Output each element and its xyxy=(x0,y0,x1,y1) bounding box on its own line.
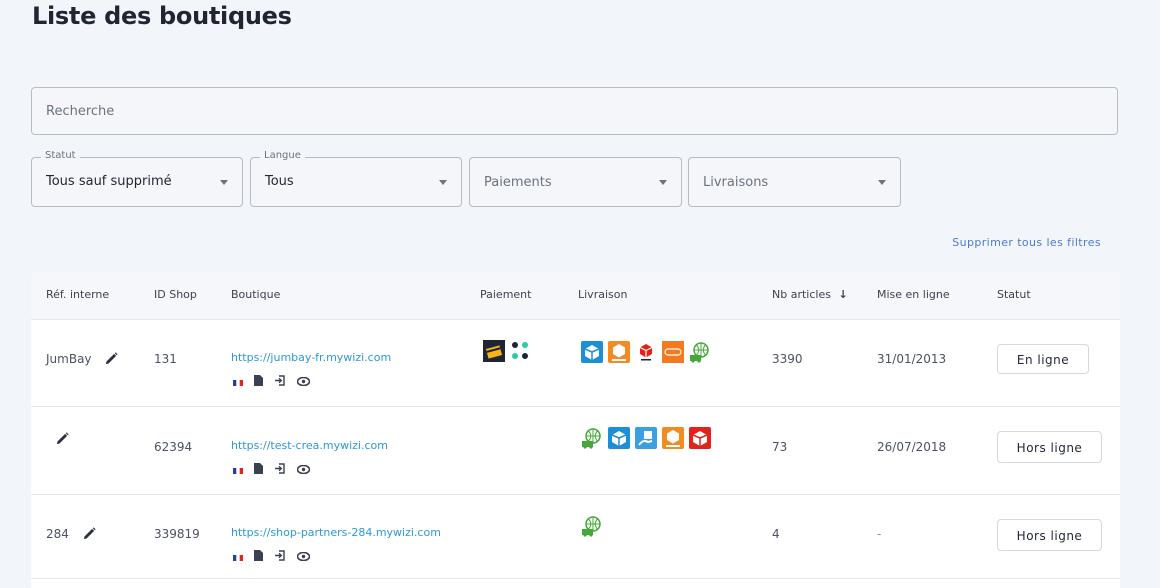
shop-url-link[interactable]: https://shop-partners-284.mywizi.com xyxy=(231,526,441,539)
ref-cell: 284 xyxy=(46,527,96,543)
shop-url-link[interactable]: https://test-crea.mywizi.com xyxy=(231,439,388,452)
langue-value: Tous xyxy=(265,174,294,189)
package-orange-icon xyxy=(608,341,630,367)
header-id-shop[interactable]: ID Shop xyxy=(154,288,197,301)
livraisons-placeholder: Livraisons xyxy=(703,175,769,190)
header-paiement[interactable]: Paiement xyxy=(480,288,531,301)
package-blue-icon xyxy=(581,341,603,367)
search-input[interactable] xyxy=(31,87,1118,135)
eye-icon[interactable] xyxy=(296,546,311,565)
document-icon[interactable] xyxy=(254,546,263,565)
header-nb-articles[interactable]: Nb articles ↓ xyxy=(772,288,848,301)
login-arrow-icon[interactable] xyxy=(274,459,286,478)
header-ref[interactable]: Réf. interne xyxy=(46,288,109,301)
paiements-placeholder: Paiements xyxy=(484,175,552,190)
flag-fr-icon xyxy=(233,371,243,390)
document-icon[interactable] xyxy=(254,371,263,390)
status-button[interactable]: En ligne xyxy=(997,344,1089,374)
shop-actions xyxy=(233,546,311,565)
nb-articles-value: 73 xyxy=(772,440,788,454)
statut-value: Tous sauf supprimé xyxy=(46,174,172,189)
header-boutique[interactable]: Boutique xyxy=(231,288,280,301)
shop-actions xyxy=(233,371,311,390)
login-arrow-icon[interactable] xyxy=(274,371,286,390)
paiements-select[interactable]: Paiements xyxy=(469,157,682,207)
eye-icon[interactable] xyxy=(296,459,311,478)
flag-fr-icon xyxy=(233,546,243,565)
date-value: - xyxy=(877,527,882,541)
livraisons-select[interactable]: Livraisons xyxy=(688,157,901,207)
table-row: 62394 https://test-crea.mywizi.com 73 26… xyxy=(31,407,1120,495)
header-livraison[interactable]: Livraison xyxy=(578,288,627,301)
date-value: 31/01/2013 xyxy=(877,352,947,366)
delivery-icons xyxy=(581,341,711,367)
chevron-down-icon xyxy=(439,180,447,185)
edit-pencil-icon[interactable] xyxy=(83,527,96,543)
sort-arrow-down-icon: ↓ xyxy=(838,288,848,301)
shop-actions xyxy=(233,459,311,478)
package-orange-icon xyxy=(662,427,684,453)
langue-select[interactable]: Langue Tous xyxy=(250,150,462,207)
ref-value: JumBay xyxy=(46,352,92,366)
flag-fr-icon xyxy=(233,459,243,478)
delivery-icons xyxy=(581,515,603,541)
edit-pencil-icon[interactable] xyxy=(105,352,118,368)
dots-payment-icon xyxy=(510,340,532,366)
tnt-icon xyxy=(662,341,684,367)
page-title: Liste des boutiques xyxy=(32,2,292,30)
header-nb-articles-label: Nb articles xyxy=(772,288,831,301)
status-button[interactable]: Hors ligne xyxy=(997,519,1102,551)
table-header: Réf. interne ID Shop Boutique Paiement L… xyxy=(31,273,1120,320)
langue-label: Langue xyxy=(260,150,305,161)
package-blue-icon xyxy=(608,427,630,453)
statut-label: Statut xyxy=(41,150,80,161)
chevron-down-icon xyxy=(659,180,667,185)
id-shop-value: 339819 xyxy=(154,527,200,541)
card-payment-icon xyxy=(483,340,505,366)
nb-articles-value: 3390 xyxy=(772,352,803,366)
nb-articles-value: 4 xyxy=(772,527,780,541)
header-mise-en-ligne[interactable]: Mise en ligne xyxy=(877,288,950,301)
header-statut[interactable]: Statut xyxy=(997,288,1031,301)
chevron-down-icon xyxy=(220,180,228,185)
clear-filters-link[interactable]: Supprimer tous les filtres xyxy=(952,236,1101,249)
document-icon[interactable] xyxy=(254,459,263,478)
table-row: 284 339819 https://shop-partners-284.myw… xyxy=(31,495,1120,579)
ref-cell: JumBay xyxy=(46,352,118,368)
status-button[interactable]: Hors ligne xyxy=(997,431,1102,463)
package-red-icon xyxy=(635,341,657,367)
shops-table: Réf. interne ID Shop Boutique Paiement L… xyxy=(31,273,1120,588)
globe-truck-icon xyxy=(581,515,603,541)
date-value: 26/07/2018 xyxy=(877,440,947,454)
eye-icon[interactable] xyxy=(296,371,311,390)
payment-icons xyxy=(483,340,532,366)
shop-url-link[interactable]: https://jumbay-fr.mywizi.com xyxy=(231,351,391,364)
edit-pencil-icon[interactable] xyxy=(56,432,69,448)
id-shop-value: 62394 xyxy=(154,440,193,454)
package-hand-icon xyxy=(635,427,657,453)
ref-cell xyxy=(46,432,69,448)
globe-truck-icon xyxy=(581,427,603,453)
table-row: JumBay 131 https://jumbay-fr.mywizi.com … xyxy=(31,319,1120,407)
package-red-icon xyxy=(689,427,711,453)
login-arrow-icon[interactable] xyxy=(274,546,286,565)
globe-truck-icon xyxy=(689,341,711,367)
statut-select[interactable]: Statut Tous sauf supprimé xyxy=(31,150,243,207)
chevron-down-icon xyxy=(878,180,886,185)
id-shop-value: 131 xyxy=(154,352,177,366)
delivery-icons xyxy=(581,427,711,453)
ref-value: 284 xyxy=(46,527,69,541)
